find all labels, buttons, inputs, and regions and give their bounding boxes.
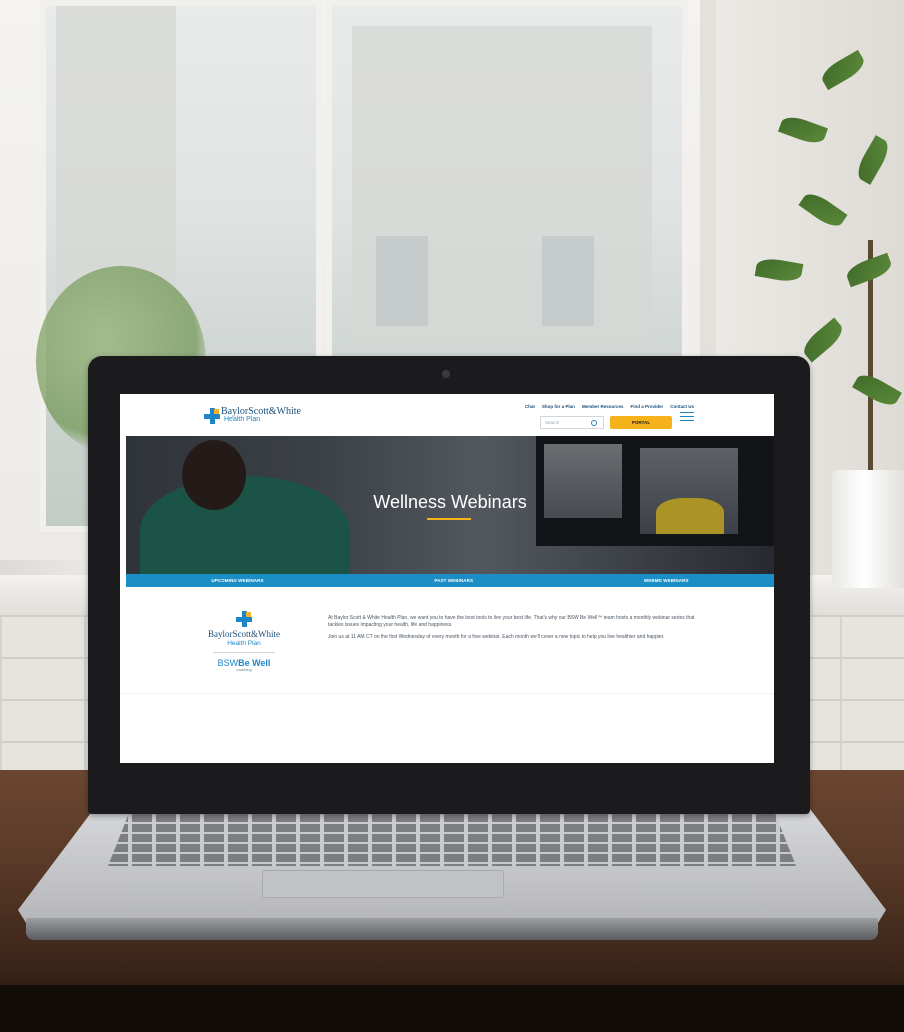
tab-webmd-webinars[interactable]: WEBMD WEBINARS — [644, 578, 689, 583]
tab-past-webinars[interactable]: PAST WEBINARS — [434, 578, 473, 583]
hamburger-menu-icon[interactable] — [680, 412, 694, 422]
portal-button[interactable]: PORTAL — [610, 416, 672, 429]
site-header: BaylorScott&White Health Plan Chat Shop … — [120, 394, 774, 436]
desk-edge — [0, 985, 904, 1032]
laptop-base-front — [26, 918, 878, 940]
laptop-touchpad — [262, 870, 504, 898]
intro-text: At Baylor Scott & White Health Plan, we … — [328, 615, 700, 646]
logo-divider — [213, 652, 275, 653]
building-window — [376, 236, 428, 326]
plant-pot — [832, 470, 904, 588]
logo-subtitle[interactable]: Health Plan — [224, 416, 260, 423]
building-window — [542, 236, 594, 326]
intro-paragraph: At Baylor Scott & White Health Plan, we … — [328, 615, 695, 628]
nav-link-contact-us[interactable]: Contact Us — [670, 404, 694, 409]
content-logo-name: BaylorScott&White — [208, 629, 280, 639]
nav-link-member-resources[interactable]: Member Resources — [582, 404, 624, 409]
page-lower-area — [120, 693, 774, 763]
search-input[interactable]: Search — [540, 416, 604, 429]
search-icon[interactable] — [591, 420, 597, 426]
bewell-coaching: coaching — [236, 668, 252, 672]
nav-link-shop-for-a-plan[interactable]: Shop for a Plan — [542, 404, 575, 409]
laptop-screen: BaylorScott&White Health Plan Chat Shop … — [120, 394, 774, 763]
hero-banner: Wellness Webinars — [126, 436, 774, 574]
webcam-icon — [442, 370, 450, 378]
building — [56, 6, 176, 306]
intro-section: BaylorScott&White Health Plan BSWBe Well… — [120, 587, 774, 693]
page-title: Wellness Webinars — [373, 492, 527, 512]
webinar-tabs: UPCOMING WEBINARS PAST WEBINARS WEBMD WE… — [126, 574, 774, 587]
logo-cross-icon[interactable] — [204, 408, 220, 424]
logo-cross-icon — [236, 611, 252, 627]
content-logo: BaylorScott&White Health Plan BSWBe Well… — [204, 611, 284, 672]
content-logo-subtitle: Health Plan — [227, 640, 261, 647]
title-underline — [427, 518, 471, 520]
intro-paragraph: Join us at 11 AM CT on the first Wednesd… — [328, 634, 665, 640]
laptop-keyboard — [108, 814, 796, 866]
bewell-prefix: BSW — [217, 658, 239, 668]
nav-link-find-a-provider[interactable]: Find a Provider — [630, 404, 663, 409]
nav-link-chat[interactable]: Chat — [525, 404, 535, 409]
bewell-logo: BSWBe Well — [204, 658, 284, 668]
search-placeholder: Search — [545, 420, 560, 425]
bewell-name: Be Well — [238, 658, 271, 668]
tab-upcoming-webinars[interactable]: UPCOMING WEBINARS — [211, 578, 263, 583]
top-nav: Chat Shop for a Plan Member Resources Fi… — [474, 404, 694, 409]
